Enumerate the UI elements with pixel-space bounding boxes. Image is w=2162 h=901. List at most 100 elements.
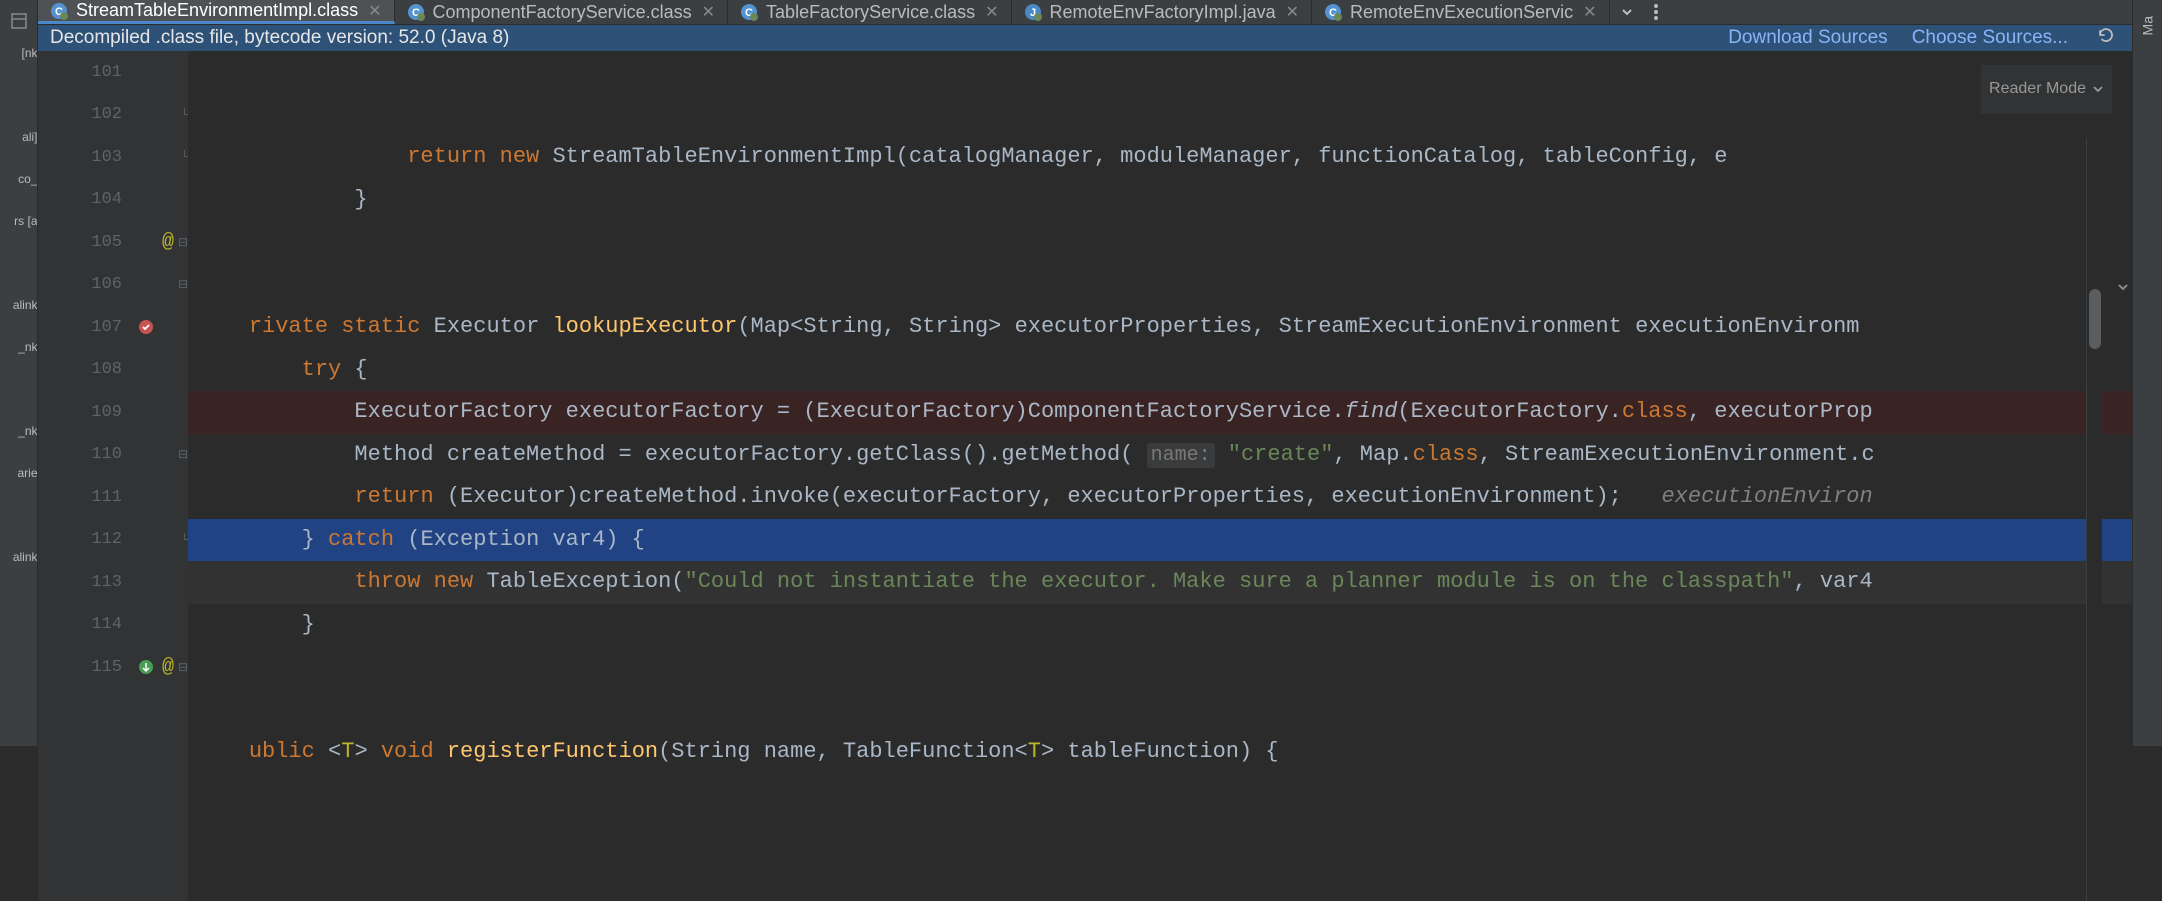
- choose-sources-link[interactable]: Choose Sources...: [1912, 27, 2068, 49]
- code-line[interactable]: throw new TableException("Could not inst…: [188, 561, 2132, 604]
- class-file-icon: C: [740, 3, 758, 21]
- gutter-line[interactable]: 106 ⊟: [38, 264, 188, 307]
- tab-label: RemoteEnvExecutionServic: [1350, 2, 1573, 23]
- code-line[interactable]: ExecutorFactory executorFactory = (Execu…: [188, 391, 2132, 434]
- editor-tab[interactable]: CStreamTableEnvironmentImpl.class✕: [38, 0, 395, 24]
- code-line[interactable]: Method createMethod = executorFactory.ge…: [188, 434, 2132, 477]
- sidebar-frag: [0, 240, 38, 282]
- tab-label: TableFactoryService.class: [766, 2, 975, 23]
- fold-mark[interactable]: ⊟: [178, 447, 188, 462]
- gutter-line[interactable]: 104: [38, 179, 188, 222]
- reader-mode-toggle[interactable]: Reader Mode: [1981, 65, 2112, 114]
- editor-tab[interactable]: C ComponentFactoryService.class ✕: [395, 0, 729, 24]
- right-tool-strip[interactable]: Ma: [2132, 0, 2162, 746]
- fold-mark[interactable]: └: [181, 533, 188, 547]
- gutter-line[interactable]: 107: [38, 306, 188, 349]
- close-icon[interactable]: ✕: [983, 2, 1000, 22]
- sidebar-frag: rs [a: [0, 198, 38, 240]
- annotation-mark: @: [162, 231, 174, 254]
- editor-tab[interactable]: CRemoteEnvExecutionServic✕: [1312, 0, 1610, 24]
- editor-tab[interactable]: C TableFactoryService.class ✕: [728, 0, 1011, 24]
- line-number: 102: [91, 105, 122, 124]
- line-number: 104: [91, 190, 122, 209]
- line-number: 103: [91, 148, 122, 167]
- gutter-line[interactable]: 103 └: [38, 136, 188, 179]
- code-area[interactable]: return new StreamTableEnvironmentImpl(ca…: [188, 51, 2132, 901]
- line-number: 105: [91, 233, 122, 252]
- editor-tabs: CStreamTableEnvironmentImpl.class✕CCompo…: [38, 0, 2132, 25]
- annotation-mark: @: [162, 656, 174, 679]
- sidebar-frag: [0, 366, 38, 408]
- sidebar-frag: _co: [0, 156, 38, 198]
- gutter-line[interactable]: 101: [38, 51, 188, 94]
- line-number: 110: [91, 445, 122, 464]
- scrollbar-track[interactable]: [2086, 139, 2102, 901]
- scrollbar-thumb[interactable]: [2089, 289, 2101, 349]
- code-editor[interactable]: 101102└103└104105@⊟106⊟107108109110⊟1111…: [38, 51, 2132, 901]
- code-line[interactable]: }: [188, 179, 2132, 222]
- gutter-line[interactable]: 109: [38, 391, 188, 434]
- code-line[interactable]: return (Executor)createMethod.invoke(exe…: [188, 476, 2132, 519]
- sidebar-frag: alink: [0, 282, 38, 324]
- gutter-line[interactable]: 111: [38, 476, 188, 519]
- banner-message: Decompiled .class file, bytecode version…: [50, 27, 1704, 49]
- tab-label: ComponentFactoryService.class: [433, 2, 692, 23]
- code-line[interactable]: [188, 264, 2132, 307]
- line-number: 115: [91, 658, 122, 677]
- tab-options-kebab[interactable]: [1644, 0, 1668, 24]
- tool-stripe-icon[interactable]: [10, 12, 28, 30]
- line-number: 106: [91, 275, 122, 294]
- project-tool-sidebar[interactable]: nk][ali_cors [aalinknk_nk_ariealink: [0, 0, 38, 746]
- gutter-line[interactable]: 114: [38, 604, 188, 647]
- code-line[interactable]: ublic <T> void registerFunction(String n…: [188, 731, 2132, 774]
- editor-tab[interactable]: JRemoteEnvFactoryImpl.java✕: [1012, 0, 1313, 24]
- override-icon[interactable]: [138, 659, 154, 675]
- code-line[interactable]: return new StreamTableEnvironmentImpl(ca…: [188, 136, 2132, 179]
- expand-chevron-icon[interactable]: [2030, 226, 2130, 354]
- gutter-line[interactable]: 110 ⊟: [38, 434, 188, 477]
- code-line[interactable]: }: [188, 604, 2132, 647]
- close-icon[interactable]: ✕: [1581, 2, 1598, 22]
- close-icon[interactable]: ✕: [1284, 2, 1301, 22]
- line-number: 113: [91, 573, 122, 592]
- gutter-line[interactable]: 105 @ ⊟: [38, 221, 188, 264]
- code-line[interactable]: [188, 646, 2132, 689]
- refresh-icon[interactable]: [2092, 25, 2120, 51]
- sidebar-frag: nk_: [0, 408, 38, 450]
- class-file-icon: C: [407, 3, 425, 21]
- gutter-line[interactable]: 108: [38, 349, 188, 392]
- sidebar-frag: nk_: [0, 324, 38, 366]
- tab-label: RemoteEnvFactoryImpl.java: [1050, 2, 1276, 23]
- fold-mark[interactable]: ⊟: [178, 660, 188, 675]
- tab-overflow-chevron[interactable]: [1610, 0, 1644, 24]
- gutter-line[interactable]: 115 @ ⊟: [38, 646, 188, 689]
- breakpoint-icon[interactable]: [138, 319, 154, 335]
- gutter-line[interactable]: 112 └: [38, 519, 188, 562]
- fold-mark[interactable]: ⊟: [178, 235, 188, 250]
- code-line[interactable]: [188, 221, 2132, 264]
- code-line[interactable]: [188, 689, 2132, 732]
- gutter[interactable]: 101102└103└104105@⊟106⊟107108109110⊟1111…: [38, 51, 188, 901]
- close-icon[interactable]: ✕: [700, 2, 717, 22]
- close-icon[interactable]: ✕: [366, 1, 383, 21]
- sidebar-frag: [0, 492, 38, 534]
- fold-mark[interactable]: └: [181, 108, 188, 122]
- sidebar-frag: alink: [0, 534, 38, 576]
- sidebar-frag: [ali: [0, 114, 38, 156]
- gutter-line[interactable]: 113: [38, 561, 188, 604]
- decompiled-banner: Decompiled .class file, bytecode version…: [38, 25, 2132, 51]
- download-sources-link[interactable]: Download Sources: [1728, 27, 1887, 49]
- line-number: 108: [91, 360, 122, 379]
- right-strip-label[interactable]: Ma: [2140, 12, 2156, 35]
- sidebar-frag: nk]: [0, 30, 38, 72]
- fold-mark[interactable]: └: [181, 150, 188, 164]
- gutter-line[interactable]: 102 └: [38, 94, 188, 137]
- code-line[interactable]: try {: [188, 349, 2132, 392]
- line-number: 112: [91, 530, 122, 549]
- class-file-icon: C: [50, 2, 68, 20]
- code-line[interactable]: rivate static Executor lookupExecutor(Ma…: [188, 306, 2132, 349]
- sidebar-frag: arie: [0, 450, 38, 492]
- sidebar-frag: [0, 72, 38, 114]
- fold-mark[interactable]: ⊟: [178, 277, 188, 292]
- code-line[interactable]: } catch (Exception var4) {: [188, 519, 2132, 562]
